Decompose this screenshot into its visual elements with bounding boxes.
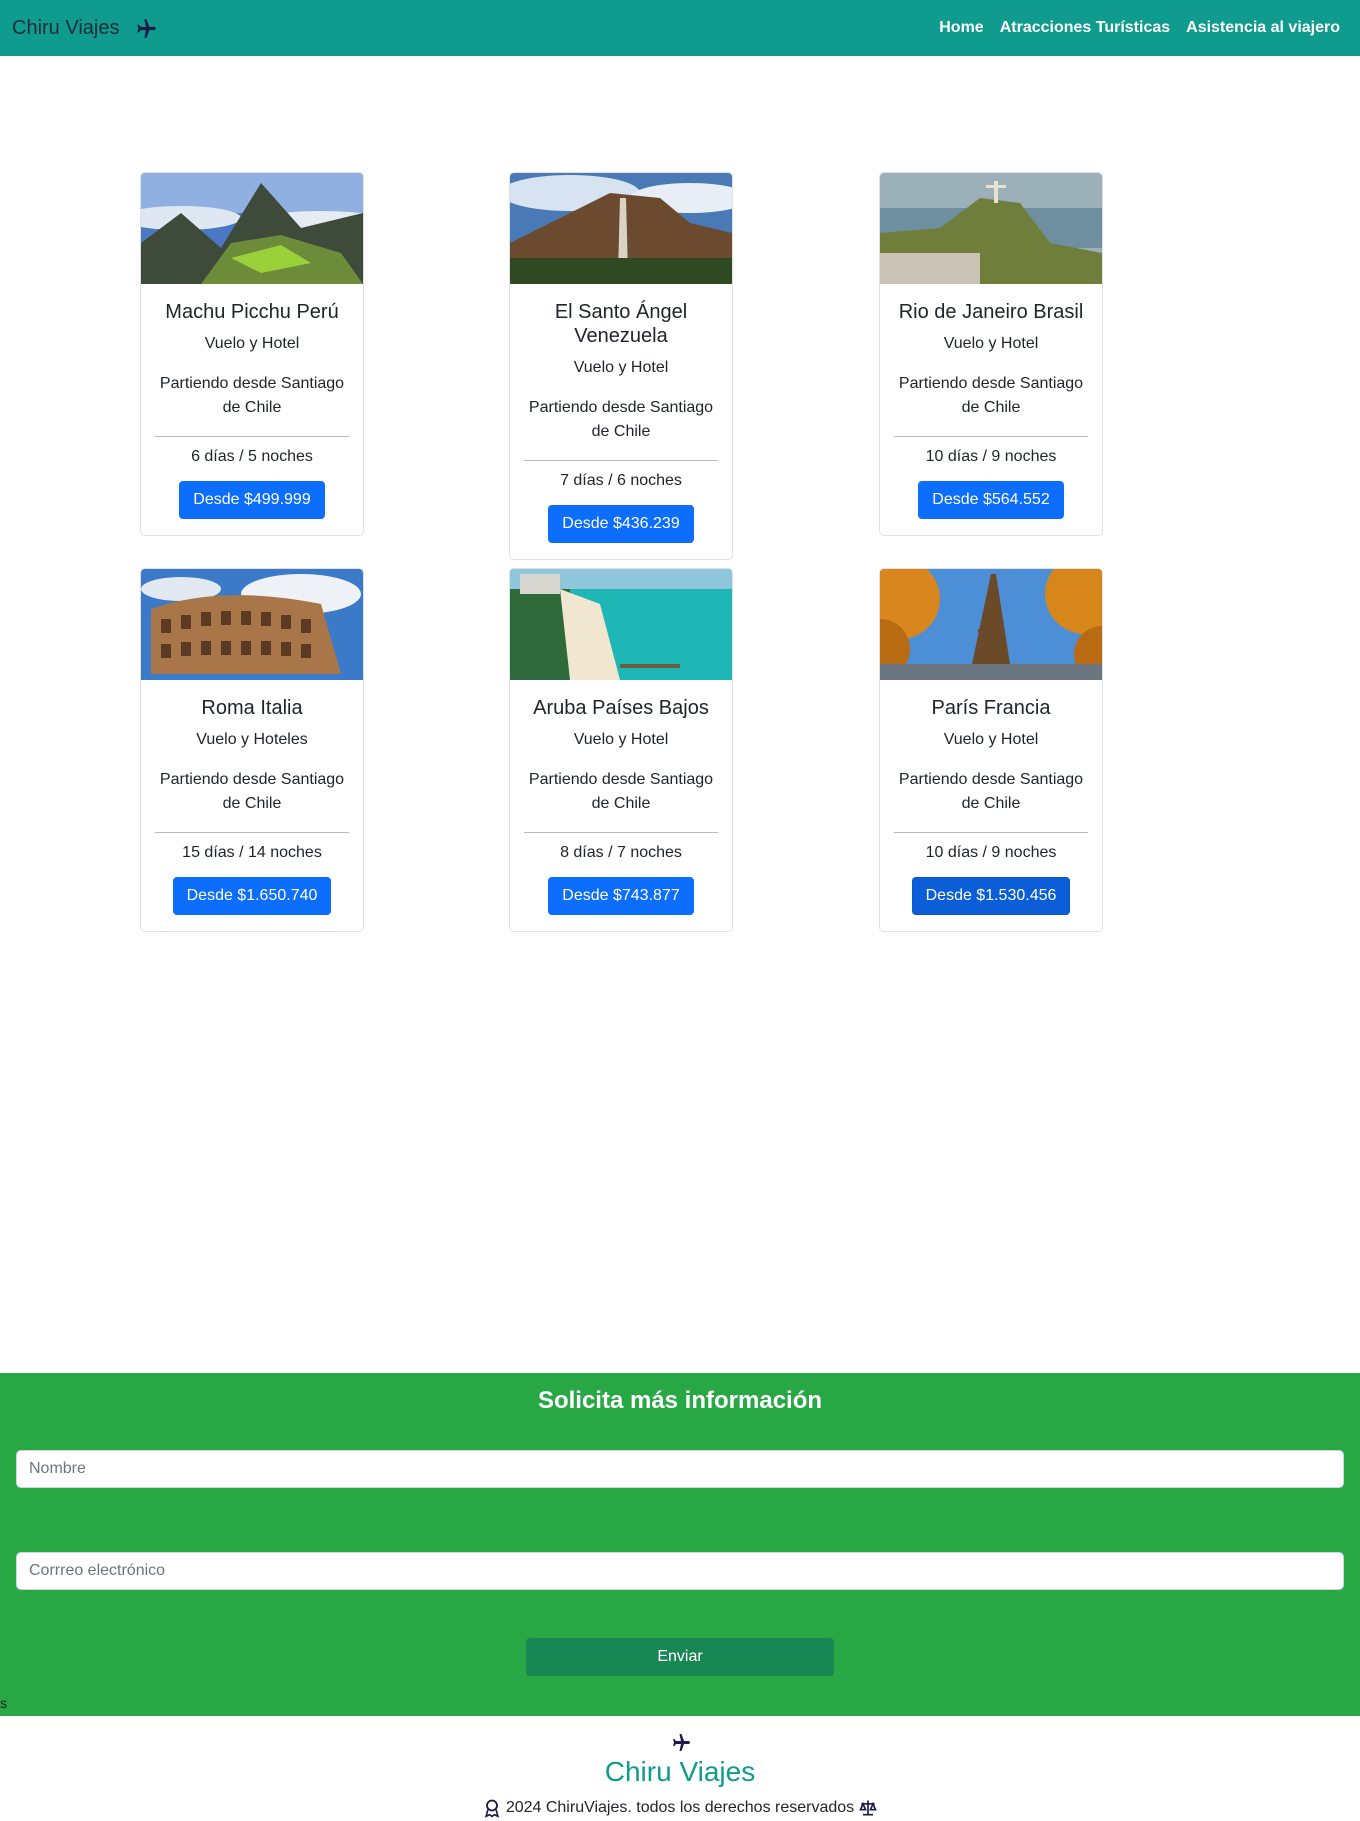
award-icon	[484, 1799, 499, 1818]
footer: Chiru Viajes 2024 ChiruViajes. todos los…	[0, 1716, 1360, 1821]
navbar: Chiru Viajes Home Atracciones Turísticas…	[0, 0, 1360, 56]
submit-button[interactable]: Enviar	[526, 1638, 834, 1676]
card-duration: 10 días / 9 noches	[925, 448, 1057, 465]
card-duration: 6 días / 5 noches	[191, 448, 313, 465]
card-title: Roma Italia	[201, 697, 303, 719]
destination-card: Aruba Países Bajos Vuelo y Hotel Partien…	[509, 568, 733, 932]
destination-card: Roma Italia Vuelo y Hoteles Partiendo de…	[140, 568, 364, 932]
aruba-photo	[510, 569, 732, 680]
rio-de-janeiro-photo	[880, 173, 1102, 284]
form-title: Solicita más información	[537, 1387, 823, 1414]
card-subtitle: Vuelo y Hotel	[943, 335, 1039, 352]
salto-angel-photo	[510, 173, 732, 284]
name-input[interactable]	[16, 1450, 1344, 1488]
card-origin: Partiendo desde Santiago de Chile	[894, 372, 1088, 437]
brand-name: Chiru Viajes	[12, 16, 120, 39]
nav-links: Home Atracciones Turísticas Asistencia a…	[939, 19, 1340, 37]
card-title: París Francia	[931, 697, 1051, 719]
card-duration: 8 días / 7 noches	[560, 844, 682, 861]
card-origin: Partiendo desde Santiago de Chile	[155, 768, 349, 833]
copyright-text: 2024 ChiruViajes. todos los derechos res…	[505, 1799, 855, 1816]
card-origin: Partiendo desde Santiago de Chile	[524, 396, 718, 461]
paris-photo	[880, 569, 1102, 680]
machu-picchu-photo	[141, 173, 363, 284]
card-origin: Partiendo desde Santiago de Chile	[894, 768, 1088, 833]
scale-icon	[859, 1800, 877, 1816]
nav-atracciones[interactable]: Atracciones Turísticas	[1000, 19, 1170, 37]
card-title: Aruba Países Bajos	[533, 697, 709, 719]
card-subtitle: Vuelo y Hotel	[573, 731, 669, 748]
card-origin: Partiendo desde Santiago de Chile	[524, 768, 718, 833]
nav-home[interactable]: Home	[939, 19, 983, 37]
plane-icon	[673, 1734, 690, 1751]
footer-copyright: 2024 ChiruViajes. todos los derechos res…	[0, 1798, 1360, 1818]
destination-card: Rio de Janeiro Brasil Vuelo y Hotel Part…	[879, 172, 1103, 536]
coliseo-roma-photo	[141, 569, 363, 680]
price-button[interactable]: Desde $743.877	[548, 877, 694, 915]
card-duration: 15 días / 14 noches	[182, 844, 322, 861]
card-title: Rio de Janeiro Brasil	[898, 301, 1084, 323]
price-button[interactable]: Desde $499.999	[179, 481, 325, 519]
footer-brand: Chiru Viajes	[604, 1756, 756, 1787]
card-duration: 10 días / 9 noches	[925, 844, 1057, 861]
destination-card: París Francia Vuelo y Hotel Partiendo de…	[879, 568, 1103, 932]
price-button[interactable]: Desde $1.530.456	[911, 877, 1071, 915]
card-duration: 7 días / 6 noches	[560, 472, 682, 489]
destination-card: El Santo Ángel Venezuela Vuelo y Hotel P…	[509, 172, 733, 560]
card-title: Machu Picchu Perú	[165, 301, 339, 323]
stray-text: s	[0, 1695, 7, 1711]
price-button[interactable]: Desde $436.239	[548, 505, 694, 543]
card-subtitle: Vuelo y Hotel	[943, 731, 1039, 748]
plane-icon	[137, 19, 157, 38]
contact-form: Solicita más información Enviar s	[0, 1373, 1360, 1716]
card-subtitle: Vuelo y Hoteles	[196, 731, 308, 748]
card-subtitle: Vuelo y Hotel	[204, 335, 300, 352]
card-subtitle: Vuelo y Hotel	[573, 359, 669, 376]
price-button[interactable]: Desde $1.650.740	[172, 877, 332, 915]
brand[interactable]: Chiru Viajes	[12, 15, 159, 41]
card-title: El Santo Ángel Venezuela	[554, 301, 688, 347]
card-origin: Partiendo desde Santiago de Chile	[155, 372, 349, 437]
nav-asistencia[interactable]: Asistencia al viajero	[1186, 19, 1340, 37]
price-button[interactable]: Desde $564.552	[918, 481, 1064, 519]
destination-card: Machu Picchu Perú Vuelo y Hotel Partiend…	[140, 172, 364, 536]
email-input[interactable]	[16, 1552, 1344, 1590]
